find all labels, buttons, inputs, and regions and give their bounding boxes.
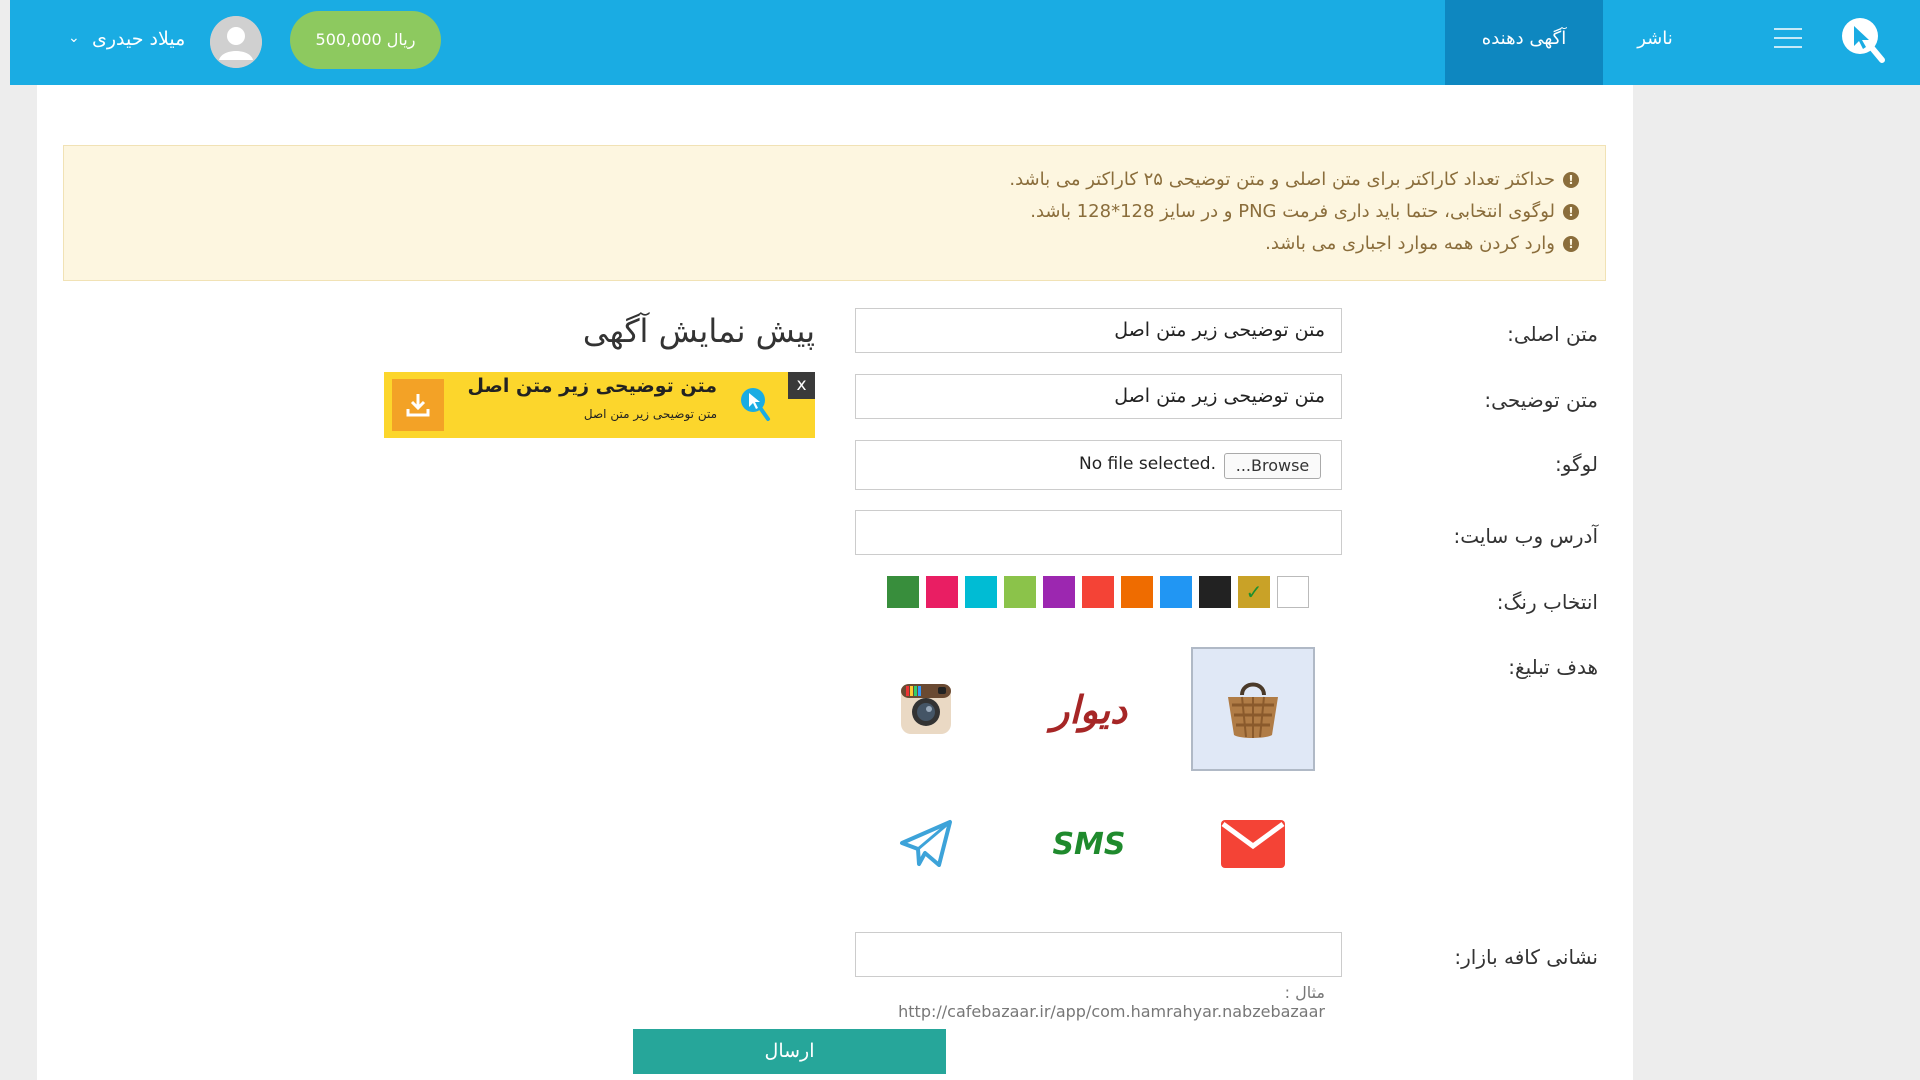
color-swatch[interactable] xyxy=(1277,576,1309,608)
website-input[interactable] xyxy=(855,510,1342,555)
color-picker xyxy=(887,576,1309,608)
browse-button[interactable]: ...Browse xyxy=(1224,453,1321,479)
balance-button[interactable]: 500,000 ریال xyxy=(290,11,441,69)
desc-input[interactable]: متن توضیحی زیر متن اصل xyxy=(855,374,1342,419)
desc-label: متن توضیحی: xyxy=(1484,388,1598,412)
telegram-icon xyxy=(900,820,952,867)
color-swatch[interactable] xyxy=(1121,576,1153,608)
divar-logo: دیوار xyxy=(1050,686,1128,732)
submit-button[interactable]: ارسال xyxy=(633,1029,946,1074)
banner-title: متن توضیحی زیر متن اصل xyxy=(467,375,718,397)
nav-publisher[interactable]: ناشر xyxy=(1610,0,1700,85)
main-text-label: متن اصلی: xyxy=(1507,322,1598,346)
cafebazaar-label: نشانی کافه بازار: xyxy=(1454,945,1598,969)
username[interactable]: میلاد حیدری xyxy=(92,28,185,50)
notice-item: ! حداکثر تعداد کاراکتر برای متن اصلی و مت… xyxy=(90,164,1579,196)
file-status: No file selected. xyxy=(1079,454,1216,474)
color-swatch[interactable] xyxy=(887,576,919,608)
color-swatch[interactable] xyxy=(1238,576,1270,608)
chevron-down-icon[interactable]: ⌄ xyxy=(68,30,80,46)
sms-logo: SMS xyxy=(1052,826,1126,862)
app-logo-icon xyxy=(741,388,770,421)
menu-icon[interactable] xyxy=(1774,28,1802,52)
logo-label: لوگو: xyxy=(1554,452,1598,476)
logo-file-input[interactable]: ...Browse No file selected. xyxy=(855,440,1342,490)
user-icon xyxy=(210,16,262,68)
target-bazaar[interactable] xyxy=(1191,647,1315,771)
color-label: انتخاب رنگ: xyxy=(1496,590,1598,614)
exclamation-icon: ! xyxy=(1563,236,1579,252)
color-swatch[interactable] xyxy=(1004,576,1036,608)
cafebazaar-input[interactable] xyxy=(855,932,1342,977)
banner-subtitle: متن توضیحی زیر متن اصل xyxy=(583,407,717,421)
cafebazaar-hint: مثال : http://cafebazaar.ir/app/com.hamr… xyxy=(898,983,1325,1021)
bazaar-basket-icon xyxy=(1228,682,1278,738)
exclamation-icon: ! xyxy=(1563,204,1579,220)
target-sms[interactable]: SMS xyxy=(1027,782,1151,906)
top-bar: ناشر آگهی دهنده 500,000 ریال میلاد حیدری… xyxy=(10,0,1920,85)
color-swatch[interactable] xyxy=(1160,576,1192,608)
color-swatch[interactable] xyxy=(1043,576,1075,608)
email-icon xyxy=(1221,820,1285,868)
instagram-icon xyxy=(901,684,951,734)
notice-item: ! وارد کردن همه موارد اجباری می باشد. xyxy=(90,228,1579,260)
target-telegram[interactable] xyxy=(864,782,988,906)
target-instagram[interactable] xyxy=(864,647,988,771)
ad-banner-preview: x متن توضیحی زیر متن اصل متن توضیحی زیر … xyxy=(384,372,815,438)
main-text-input[interactable]: متن توضیحی زیر متن اصل xyxy=(855,308,1342,353)
download-icon xyxy=(392,379,444,431)
target-email[interactable] xyxy=(1191,782,1315,906)
notice-box: ! حداکثر تعداد کاراکتر برای متن اصلی و مت… xyxy=(63,145,1606,281)
notice-item: ! لوگوی انتخابی، حتما باید داری فرمت PNG … xyxy=(90,196,1579,228)
website-label: آدرس وب سایت: xyxy=(1453,524,1598,548)
avatar[interactable] xyxy=(210,16,262,68)
color-swatch[interactable] xyxy=(1199,576,1231,608)
banner-close-button[interactable]: x xyxy=(788,372,815,399)
color-swatch[interactable] xyxy=(965,576,997,608)
color-swatch[interactable] xyxy=(926,576,958,608)
target-label: هدف تبلیغ: xyxy=(1508,655,1598,679)
target-divar[interactable]: دیوار xyxy=(1027,647,1151,771)
exclamation-icon: ! xyxy=(1563,172,1579,188)
color-swatch[interactable] xyxy=(1082,576,1114,608)
nav-advertiser[interactable]: آگهی دهنده xyxy=(1445,0,1603,85)
app-logo[interactable] xyxy=(1838,14,1886,66)
preview-title: پیش نمایش آگهی xyxy=(582,312,815,350)
